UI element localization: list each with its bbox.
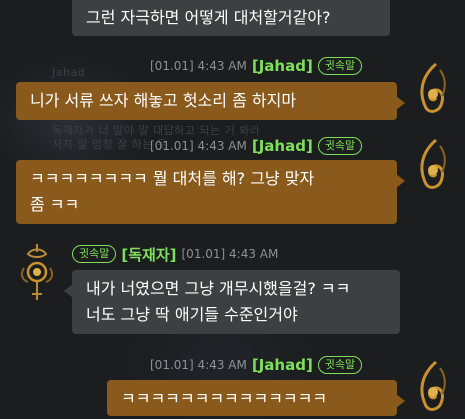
- sender-name[interactable]: [Jahad]: [252, 356, 313, 374]
- timestamp: [01.01] 4:43 AM: [181, 247, 279, 261]
- jahad-emblem-icon[interactable]: [412, 62, 452, 116]
- message-text: ㅋㅋㅋㅋㅋㅋㅋㅋㅋㅋㅋㅋㅋㅋ: [121, 389, 328, 408]
- sender-name[interactable]: [Jahad]: [252, 57, 313, 75]
- chat-message: ㅋㅋㅋㅋㅋㅋㅋㅋㅋㅋㅋㅋㅋㅋ: [107, 380, 405, 416]
- timestamp: [01.01] 4:43 AM: [150, 59, 247, 73]
- message-text: 니가 서류 쓰자 해놓고 헛소리 좀 하지마: [30, 91, 297, 110]
- chat-message: 그런 자극하면 어떻게 대처할거같아?: [72, 0, 390, 36]
- chat-message: ㅋㅋㅋㅋㅋㅋㅋㅋ 뭘 대처를 해? 그냥 맞자 좀 ㅋㅋ: [16, 160, 405, 224]
- sender-name[interactable]: [독재자]: [121, 244, 176, 265]
- jahad-emblem-icon[interactable]: [412, 360, 452, 414]
- message-text: 너도 그냥 딱 애기들 수준인거야: [86, 305, 298, 324]
- message-meta: [01.01] 4:43 AM [Jahad] 귓속말: [150, 56, 363, 76]
- message-text: 좀 ㅋㅋ: [30, 195, 80, 214]
- dictator-emblem-icon[interactable]: [20, 242, 54, 304]
- sender-name[interactable]: [Jahad]: [252, 137, 313, 155]
- message-meta: [01.01] 4:43 AM [Jahad] 귓속말: [150, 136, 363, 156]
- jahad-emblem-icon[interactable]: [412, 138, 452, 192]
- whisper-badge: 귓속말: [317, 137, 363, 155]
- chat-message: 내가 너였으면 그냥 개무시했을걸? ㅋㅋ 너도 그냥 딱 애기들 수준인거야: [64, 270, 400, 334]
- chat-message: 니가 서류 쓰자 해놓고 헛소리 좀 하지마: [16, 82, 405, 120]
- message-text: ㅋㅋㅋㅋㅋㅋㅋㅋ 뭘 대처를 해? 그냥 맞자: [30, 169, 315, 188]
- background-text: Jahad: [52, 66, 86, 79]
- whisper-badge: 귓속말: [317, 356, 363, 374]
- message-meta: 귓속말 [독재자] [01.01] 4:43 AM: [72, 244, 278, 264]
- message-meta: [01.01] 4:43 AM [Jahad] 귓속말: [150, 355, 363, 375]
- timestamp: [01.01] 4:43 AM: [150, 139, 247, 153]
- whisper-badge: 귓속말: [317, 57, 363, 75]
- whisper-badge: 귓속말: [72, 245, 117, 263]
- timestamp: [01.01] 4:43 AM: [150, 358, 247, 372]
- message-text: 내가 너였으면 그냥 개무시했을걸? ㅋㅋ: [86, 279, 351, 298]
- message-text: 그런 자극하면 어떻게 대처할거같아?: [86, 8, 331, 27]
